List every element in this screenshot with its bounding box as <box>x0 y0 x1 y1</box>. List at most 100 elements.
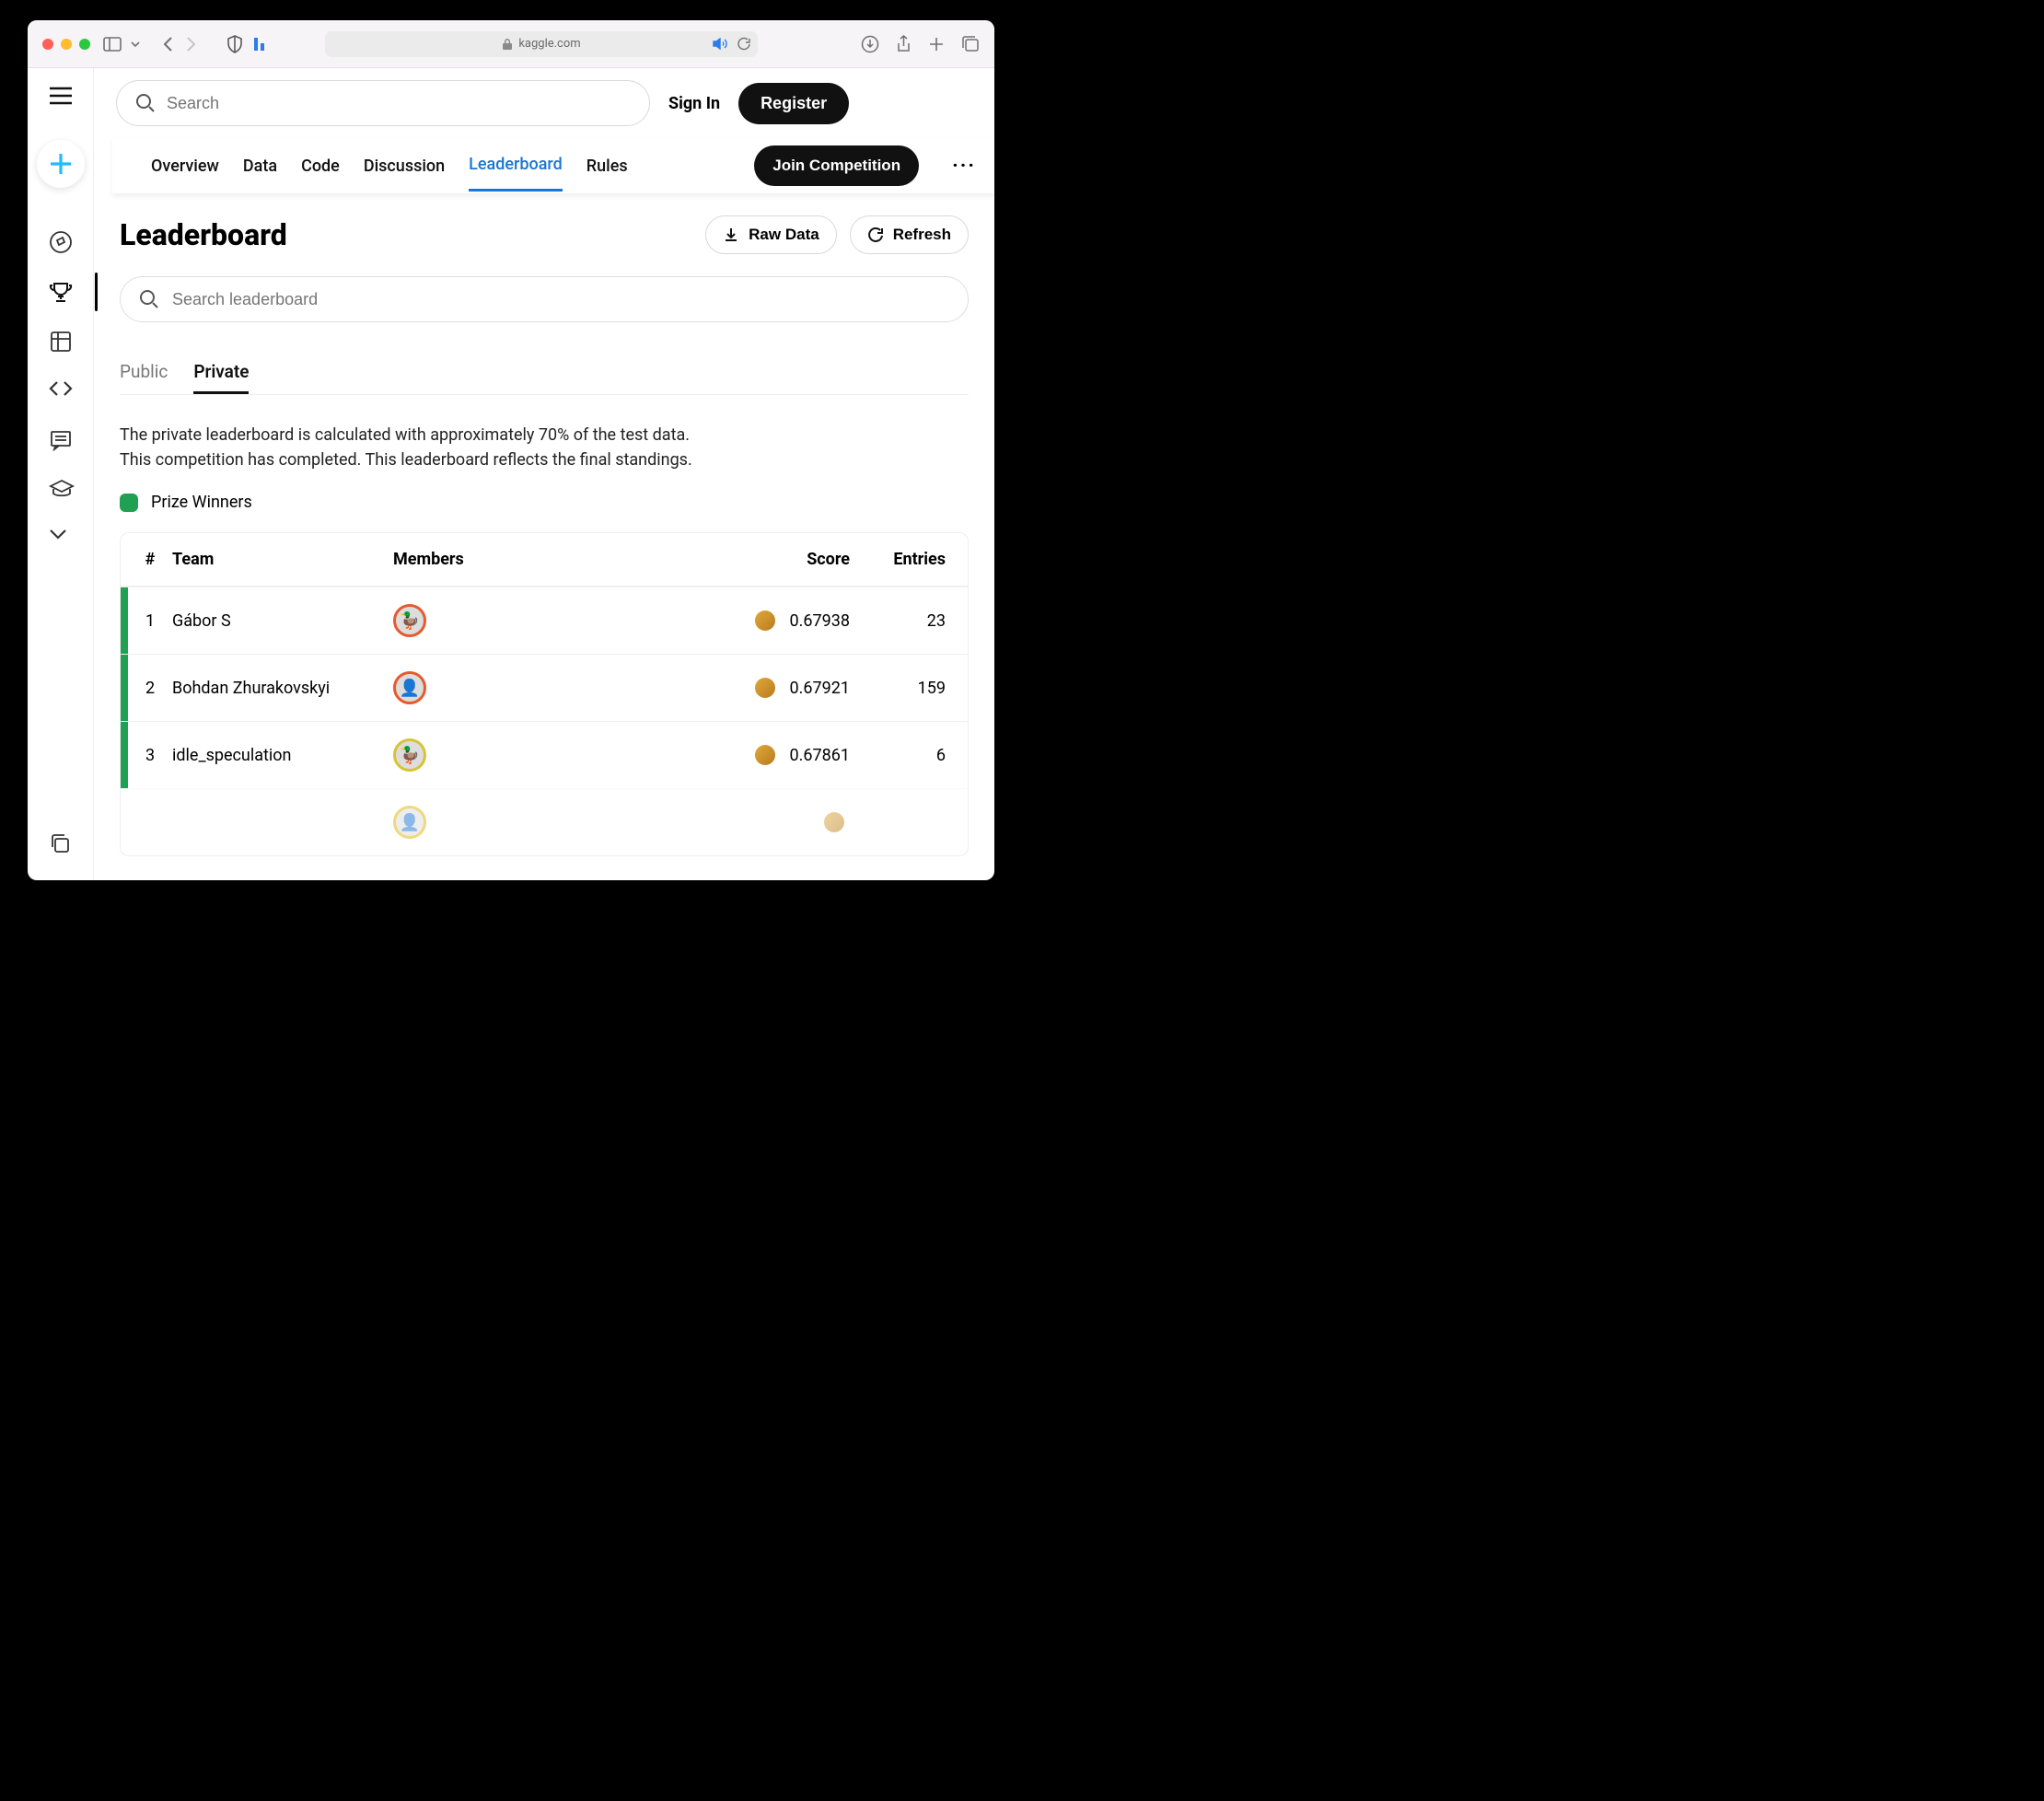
team-cell: Gábor S <box>172 611 393 631</box>
leaderboard-table: # Team Members Score Entries 1 Gábor S 🦆 <box>120 532 969 856</box>
chevron-down-icon[interactable] <box>131 40 140 49</box>
col-rank: # <box>128 550 172 569</box>
leaderboard-search-input[interactable] <box>172 290 949 309</box>
members-cell: 👤 <box>393 671 531 704</box>
gold-medal-icon <box>824 812 844 832</box>
nav-discussions-icon[interactable] <box>49 429 73 453</box>
new-tab-icon[interactable] <box>928 35 945 53</box>
tab-leaderboard[interactable]: Leaderboard <box>469 140 563 192</box>
rank-cell: 3 <box>128 746 172 765</box>
register-button[interactable]: Register <box>738 83 849 124</box>
raw-data-button[interactable]: Raw Data <box>705 215 837 254</box>
desc-line-2: This competition has completed. This lea… <box>120 450 692 470</box>
global-search-input[interactable] <box>167 94 631 113</box>
maximize-window-icon[interactable] <box>79 39 90 50</box>
tab-code[interactable]: Code <box>301 142 340 191</box>
avatar[interactable]: 👤 <box>393 671 426 704</box>
gold-medal-icon <box>755 678 775 698</box>
gold-medal-icon <box>755 610 775 631</box>
leaderboard-description: The private leaderboard is calculated wi… <box>120 423 969 472</box>
subtab-public[interactable]: Public <box>120 352 168 394</box>
col-entries: Entries <box>859 550 951 569</box>
nav-competitions-icon[interactable] <box>49 280 73 304</box>
global-search[interactable] <box>116 80 650 126</box>
table-row[interactable]: 1 Gábor S 🦆 0.67938 23 <box>121 587 968 654</box>
close-window-icon[interactable] <box>42 39 53 50</box>
nav-home-icon[interactable] <box>49 230 73 254</box>
leaderboard-subtabs: Public Private <box>120 352 969 395</box>
col-team: Team <box>172 550 393 569</box>
nav-datasets-icon[interactable] <box>49 330 73 354</box>
tab-rules[interactable]: Rules <box>586 142 628 191</box>
downloads-icon[interactable] <box>861 35 879 53</box>
entries-cell: 159 <box>859 679 951 698</box>
top-strip: Sign In Register <box>94 68 994 138</box>
search-icon <box>139 289 159 309</box>
nav-code-icon[interactable] <box>49 379 73 403</box>
prize-marker <box>121 587 128 654</box>
join-competition-button[interactable]: Join Competition <box>754 145 919 186</box>
refresh-button[interactable]: Refresh <box>850 215 969 254</box>
prize-swatch <box>120 494 138 512</box>
plus-icon <box>47 150 75 178</box>
create-button[interactable] <box>37 140 85 188</box>
tab-discussion[interactable]: Discussion <box>364 142 445 191</box>
entries-cell: 23 <box>859 611 951 631</box>
sign-in-link[interactable]: Sign In <box>668 94 720 113</box>
col-score: Score <box>749 550 859 569</box>
leaderboard-search[interactable] <box>120 276 969 322</box>
more-menu-icon[interactable]: ··· <box>943 155 981 178</box>
table-row[interactable]: 3 idle_speculation 🦆 0.67861 6 <box>121 721 968 788</box>
tab-data[interactable]: Data <box>243 142 277 191</box>
main-content: Sign In Register Overview Data Code Disc… <box>94 68 994 880</box>
browser-window: kaggle.com <box>28 20 994 880</box>
forward-icon <box>184 36 197 52</box>
score-cell: 0.67921 <box>749 678 859 698</box>
minimize-window-icon[interactable] <box>61 39 72 50</box>
avatar[interactable]: 🦆 <box>393 604 426 637</box>
share-icon[interactable] <box>896 35 912 53</box>
table-row[interactable]: 👤 <box>121 788 968 855</box>
prize-marker <box>121 655 128 721</box>
team-cell: Bohdan Zhurakovskyi <box>172 679 393 698</box>
prize-legend-label: Prize Winners <box>151 493 252 512</box>
tab-overview[interactable]: Overview <box>151 142 219 191</box>
menu-icon[interactable] <box>49 87 73 105</box>
download-icon <box>723 227 739 243</box>
safari-toolbar: kaggle.com <box>28 20 994 68</box>
subtab-private[interactable]: Private <box>193 352 249 394</box>
members-cell: 👤 <box>393 806 531 839</box>
back-icon[interactable] <box>162 36 175 52</box>
entries-cell: 6 <box>859 746 951 765</box>
members-cell: 🦆 <box>393 604 531 637</box>
tabs-overview-icon[interactable] <box>961 35 980 53</box>
page-body: Sign In Register Overview Data Code Disc… <box>28 68 994 880</box>
prize-marker <box>121 722 128 788</box>
table-row[interactable]: 2 Bohdan Zhurakovskyi 👤 0.67921 159 <box>121 654 968 721</box>
avatar[interactable]: 🦆 <box>393 738 426 772</box>
lock-icon <box>502 38 513 51</box>
address-bar[interactable]: kaggle.com <box>325 31 758 57</box>
score-cell: 0.67861 <box>749 745 859 765</box>
table-header: # Team Members Score Entries <box>121 533 968 587</box>
leaderboard-content: Leaderboard Raw Data Refresh Public <box>94 193 994 880</box>
page-header: Leaderboard Raw Data Refresh <box>120 215 969 254</box>
sound-icon[interactable] <box>713 38 727 50</box>
members-cell: 🦆 <box>393 738 531 772</box>
avatar[interactable]: 👤 <box>393 806 426 839</box>
team-cell: idle_speculation <box>172 746 393 765</box>
nav-learn-icon[interactable] <box>49 479 73 503</box>
nav-more-icon[interactable] <box>49 529 73 552</box>
score-cell <box>749 812 859 832</box>
extension-icon[interactable] <box>252 36 267 52</box>
reload-icon[interactable] <box>737 37 750 52</box>
gold-medal-icon <box>755 745 775 765</box>
refresh-label: Refresh <box>893 226 951 244</box>
rank-cell: 2 <box>128 679 172 698</box>
sidebar-toggle-icon[interactable] <box>103 37 122 52</box>
nav-copy-icon[interactable] <box>49 832 73 856</box>
shield-icon[interactable] <box>226 35 243 53</box>
address-text: kaggle.com <box>518 37 580 51</box>
window-controls[interactable] <box>42 39 90 50</box>
prize-legend: Prize Winners <box>120 493 969 512</box>
